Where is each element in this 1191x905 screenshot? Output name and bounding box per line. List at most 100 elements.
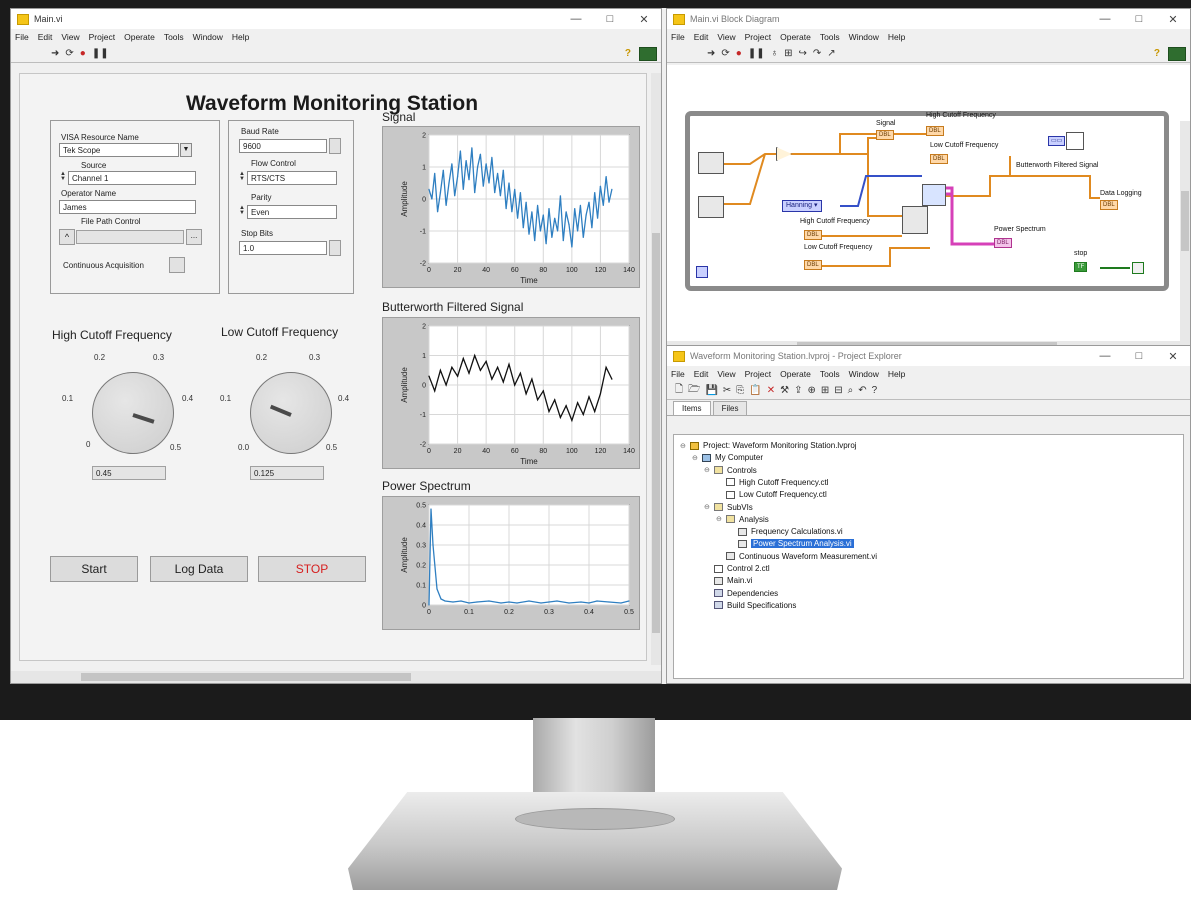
step-out-icon[interactable]: ↗	[827, 48, 835, 59]
deploy-icon[interactable]: ⇪	[794, 385, 802, 396]
menu-item-edit[interactable]: Edit	[38, 32, 53, 42]
parity-stepper[interactable]: ▲ ▼	[239, 205, 245, 216]
menu-item-file[interactable]: File	[15, 32, 29, 42]
run-continuous-icon[interactable]: ⟳	[721, 48, 729, 59]
continuous-acquisition-toggle[interactable]	[169, 257, 185, 273]
tree-item[interactable]: Main.vi	[704, 576, 752, 585]
tree-item[interactable]: ⊖ My Computer	[692, 453, 763, 462]
menu-item-view[interactable]: View	[717, 369, 735, 379]
high-cutoff-top-terminal[interactable]: DBL	[926, 126, 944, 136]
noise-waveform-node[interactable]	[698, 196, 724, 218]
browse-button[interactable]: ...	[186, 229, 202, 245]
path-type-button[interactable]: ^	[59, 229, 75, 245]
copy-icon[interactable]: ⎘	[736, 385, 744, 396]
stop-terminal[interactable]: TF	[1074, 262, 1088, 272]
abort-icon[interactable]: ●	[80, 48, 86, 59]
menu-item-operate[interactable]: Operate	[124, 32, 155, 42]
file-path-field[interactable]	[76, 230, 184, 244]
front-panel-horizontal-thumb[interactable]	[81, 673, 411, 681]
run-arrow-icon[interactable]: ➜	[707, 48, 715, 59]
filter-vi-node[interactable]	[902, 206, 928, 234]
add-item-icon[interactable]: ⊕	[808, 385, 816, 396]
low-cutoff-knob[interactable]	[250, 372, 332, 454]
close-button[interactable]: ✕	[1156, 13, 1190, 26]
operator-field[interactable]: James	[59, 200, 196, 214]
source-stepper[interactable]: ▲ ▼	[60, 171, 66, 182]
menu-item-project[interactable]: Project	[89, 32, 115, 42]
abort-icon[interactable]: ●	[736, 48, 742, 59]
tree-item[interactable]: Build Specifications	[704, 601, 796, 610]
search-icon[interactable]: ⌕	[848, 385, 854, 396]
visa-resource-select[interactable]: Tek Scope	[59, 143, 179, 157]
tab-files[interactable]: Files	[712, 401, 748, 415]
high-cutoff-terminal[interactable]: DBL	[804, 230, 822, 240]
help-icon[interactable]: ?	[1154, 48, 1160, 59]
minimize-button[interactable]: —	[559, 13, 593, 25]
minimize-button[interactable]: —	[1088, 350, 1122, 362]
stop-bits-field[interactable]: 1.0	[239, 241, 327, 255]
flow-control-field[interactable]: RTS/CTS	[247, 171, 337, 185]
tree-item[interactable]: ⊖ Analysis	[716, 515, 769, 524]
high-cutoff-knob[interactable]	[92, 372, 174, 454]
log-data-button[interactable]: Log Data	[150, 556, 248, 582]
minimize-button[interactable]: —	[1088, 13, 1122, 25]
help-icon[interactable]: ?	[872, 385, 878, 396]
pause-icon[interactable]: ❚❚	[748, 48, 765, 59]
menu-item-window[interactable]: Window	[849, 32, 879, 42]
sine-waveform-node[interactable]	[698, 152, 724, 174]
baud-rate-ring[interactable]	[329, 138, 341, 154]
front-panel-vertical-scrollbar[interactable]	[651, 73, 661, 665]
tree-item[interactable]: High Cutoff Frequency.ctl	[716, 478, 829, 487]
run-arrow-icon[interactable]: ➜	[51, 48, 59, 59]
while-loop[interactable]: ▭▭ Signal DBL High Cutoff Frequency DBL …	[685, 111, 1169, 291]
front-panel-vertical-thumb[interactable]	[652, 233, 660, 633]
front-panel-horizontal-scrollbar[interactable]	[11, 671, 661, 683]
tree-expander-icon[interactable]: ⊖	[704, 503, 711, 511]
menu-item-window[interactable]: Window	[193, 32, 223, 42]
tree-item[interactable]: ⊖ Project: Waveform Monitoring Station.lv…	[680, 441, 857, 450]
tree-expander-icon[interactable]: ⊖	[692, 454, 699, 462]
menu-item-project[interactable]: Project	[745, 369, 771, 379]
tree-item[interactable]: ⊖ SubVIs	[704, 503, 753, 512]
path-constant[interactable]: ▭▭	[1048, 136, 1066, 146]
menu-item-file[interactable]: File	[671, 32, 685, 42]
tab-items[interactable]: Items	[673, 401, 711, 415]
menu-item-view[interactable]: View	[61, 32, 79, 42]
menu-item-edit[interactable]: Edit	[694, 32, 709, 42]
menu-item-window[interactable]: Window	[849, 369, 879, 379]
tree-item[interactable]: Continuous Waveform Measurement.vi	[716, 552, 877, 561]
retain-wire-icon[interactable]: ⊞	[784, 48, 792, 59]
tree-expander-icon[interactable]: ⊖	[680, 442, 687, 450]
step-into-icon[interactable]: ↪	[798, 48, 806, 59]
maximize-button[interactable]: □	[1122, 13, 1156, 25]
source-field[interactable]: Channel 1	[68, 171, 196, 185]
block-diagram-vertical-scrollbar[interactable]	[1180, 121, 1190, 349]
cut-icon[interactable]: ✂	[723, 385, 731, 396]
menu-item-view[interactable]: View	[717, 32, 735, 42]
menu-item-tools[interactable]: Tools	[820, 32, 840, 42]
collapse-all-icon[interactable]: ⊟	[834, 385, 842, 396]
menu-item-operate[interactable]: Operate	[780, 369, 811, 379]
block-diagram-vertical-thumb[interactable]	[1181, 191, 1189, 251]
data-logging-terminal[interactable]: DBL	[1100, 200, 1118, 210]
visa-dropdown-button[interactable]: ▼	[180, 143, 192, 157]
window-type-constant[interactable]: Hanning ▾	[782, 200, 822, 212]
menu-item-help[interactable]: Help	[888, 369, 905, 379]
tree-item[interactable]: Power Spectrum Analysis.vi	[728, 539, 854, 549]
low-cutoff-terminal[interactable]: DBL	[804, 260, 822, 270]
logging-vi-node[interactable]	[1066, 132, 1084, 150]
tree-item[interactable]: Control 2.ctl	[704, 564, 770, 573]
close-button[interactable]: ✕	[1156, 350, 1190, 363]
save-all-icon[interactable]: 💾	[705, 385, 717, 396]
run-continuous-icon[interactable]: ⟳	[65, 48, 73, 59]
new-file-icon[interactable]: 🗋	[675, 382, 683, 399]
menu-item-operate[interactable]: Operate	[780, 32, 811, 42]
tree-item[interactable]: Frequency Calculations.vi	[728, 527, 843, 536]
tree-expander-icon[interactable]: ⊖	[716, 515, 723, 523]
menu-item-tools[interactable]: Tools	[164, 32, 184, 42]
undo-icon[interactable]: ↶	[858, 385, 866, 396]
help-icon[interactable]: ?	[625, 48, 631, 59]
baud-rate-field[interactable]: 9600	[239, 139, 327, 153]
parity-field[interactable]: Even	[247, 205, 337, 219]
power-spectrum-terminal[interactable]: DBL	[994, 238, 1012, 248]
